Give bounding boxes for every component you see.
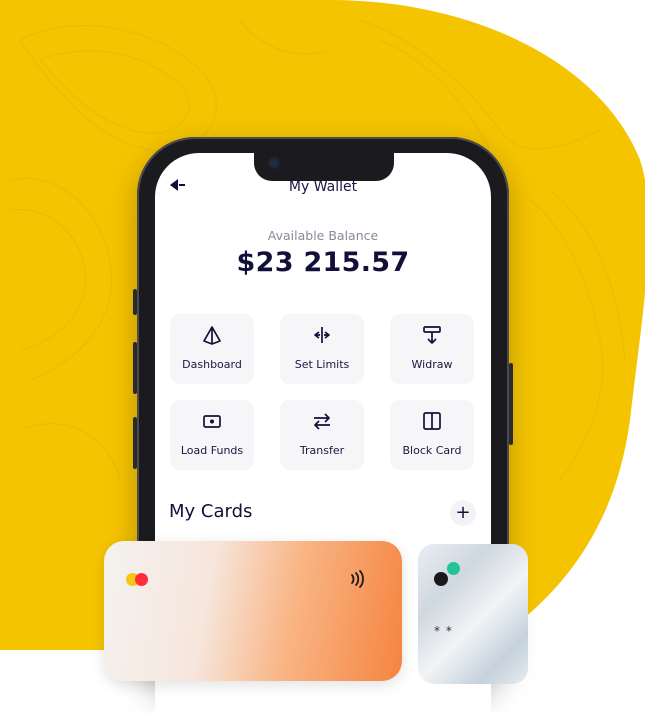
balance-label: Available Balance [267, 228, 379, 243]
block-card-button[interactable]: Block Card [390, 400, 474, 470]
withdraw-button[interactable]: Widraw [390, 314, 474, 384]
phone-power-button [509, 363, 513, 445]
set-limits-button[interactable]: Set Limits [280, 314, 364, 384]
contactless-icon [351, 570, 364, 588]
load-funds-button[interactable]: Load Funds [170, 400, 254, 470]
phone-volume-down [133, 417, 137, 469]
set-limits-label: Set Limits [294, 358, 350, 371]
dashboard-button[interactable]: Dashboard [170, 314, 254, 384]
card-logo-dark-icon [434, 572, 448, 586]
balance-value: $23 215.57 [236, 247, 410, 278]
block-card-label: Block Card [402, 444, 462, 457]
card-logo-green-icon [447, 562, 460, 575]
transfer-arrows-icon [314, 413, 330, 430]
pyramid-icon [203, 326, 221, 345]
payment-card-secondary[interactable]: * * [418, 544, 528, 684]
transfer-label: Transfer [299, 444, 345, 457]
withdraw-label: Widraw [411, 358, 453, 371]
book-icon [423, 412, 441, 430]
my-cards-title: My Cards [169, 501, 253, 522]
phone-side-button [133, 289, 137, 315]
camera-icon [270, 159, 278, 167]
masked-card-number: * * [434, 624, 453, 638]
page-title: My Wallet [288, 179, 358, 195]
dashboard-label: Dashboard [182, 358, 242, 371]
mastercard-logo-icon-red [135, 573, 148, 586]
phone-volume-up [133, 342, 137, 394]
withdraw-icon [423, 326, 441, 344]
load-funds-label: Load Funds [180, 444, 244, 457]
payment-card-primary[interactable] [104, 541, 402, 681]
resize-arrows-icon [314, 327, 330, 343]
cash-icon [203, 415, 221, 428]
transfer-button[interactable]: Transfer [280, 400, 364, 470]
add-card-button[interactable]: + [450, 500, 476, 526]
phone-notch [254, 153, 394, 181]
